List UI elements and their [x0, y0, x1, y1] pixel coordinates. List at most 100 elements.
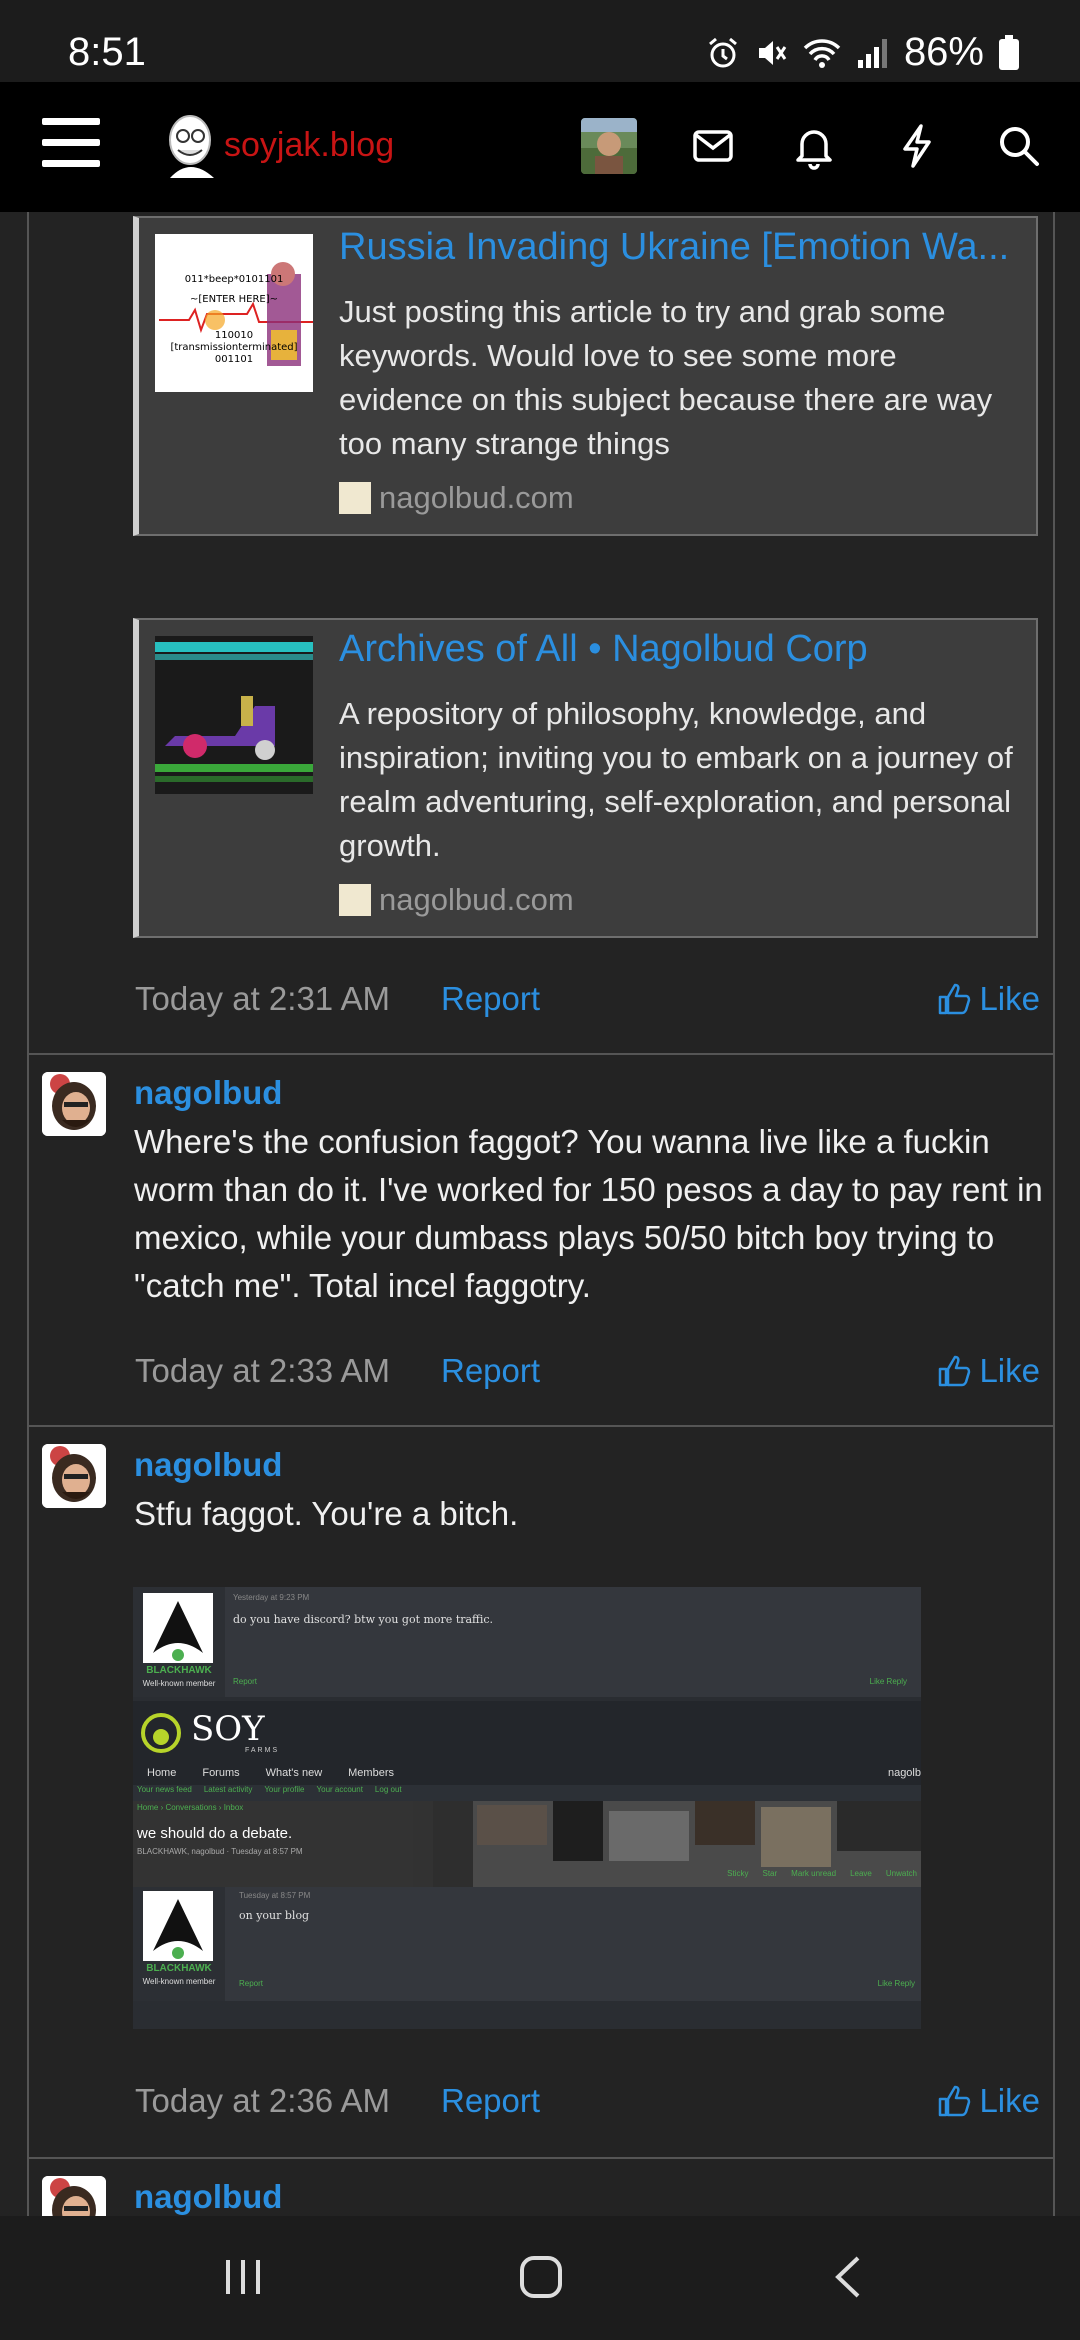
post-footer: Today at 2:33 AM Report Like: [135, 1352, 1040, 1402]
embedded-time: Yesterday at 9:23 PM: [233, 1593, 310, 1602]
alarm-icon: [708, 37, 737, 67]
post-timestamp[interactable]: Today at 2:31 AM: [135, 980, 390, 1018]
wifi-icon: [803, 38, 841, 68]
soy-logo-icon: [141, 1713, 181, 1753]
avatar[interactable]: [42, 1444, 106, 1508]
soyjak-logo-icon[interactable]: [160, 112, 224, 178]
recent-apps-icon[interactable]: [220, 2254, 266, 2300]
embedded-subnav-item: Latest activity: [203, 1785, 253, 1794]
post-username[interactable]: nagolbud: [134, 1446, 282, 1484]
mute-icon: [758, 40, 787, 65]
user-avatar[interactable]: [581, 118, 637, 174]
embedded-actions: Like Reply: [869, 1677, 907, 1686]
like-label: Like: [979, 1352, 1040, 1389]
embedded-nav-item: Members: [348, 1767, 394, 1779]
link-preview-title[interactable]: Archives of All • Nagolbud Corp: [339, 628, 1029, 671]
embedded-thread-button: Sticky: [727, 1869, 749, 1878]
report-button[interactable]: Report: [441, 980, 540, 1018]
avatar[interactable]: [42, 1072, 106, 1136]
status-bar: 8:51 86%: [0, 0, 1080, 82]
thumbs-up-icon: [939, 2085, 971, 2117]
thumb-text-line: 001101: [214, 354, 254, 365]
embedded-nav-item: Home: [147, 1767, 177, 1779]
embedded-report: Report: [233, 1677, 258, 1686]
post-footer: Today at 2:36 AM Report Like: [135, 2082, 1040, 2132]
like-button[interactable]: Like: [937, 2082, 1040, 2120]
embedded-text: on your blog: [239, 1909, 310, 1922]
post-body: Where's the confusion faggot? You wanna …: [134, 1123, 1043, 1304]
mail-icon[interactable]: [689, 122, 737, 170]
post-timestamp[interactable]: Today at 2:33 AM: [135, 1352, 390, 1390]
post-username[interactable]: nagolbud: [134, 1074, 282, 1112]
lightning-icon[interactable]: [893, 122, 941, 170]
embedded-site-logo: SOY: [191, 1709, 265, 1749]
embedded-time: Tuesday at 8:57 PM: [239, 1891, 311, 1900]
thumb-text-line: ~[ENTER HERE]~: [189, 294, 279, 305]
embedded-thread-buttons: Sticky Star Mark unread Leave Unwatch: [727, 1869, 917, 1878]
favicon-icon: [339, 482, 371, 514]
site-header: soyjak.blog: [0, 82, 1080, 212]
thread-content: 011*beep*0101101 ~[ENTER HERE]~ 110010 […: [0, 212, 1080, 2216]
thumbs-up-icon: [939, 1355, 971, 1387]
menu-icon[interactable]: [42, 118, 100, 168]
report-button[interactable]: Report: [441, 1352, 540, 1390]
link-preview-thumbnail: [155, 636, 313, 794]
embedded-subnav-item: Log out: [374, 1785, 402, 1794]
status-icons: 86%: [706, 30, 1020, 75]
embedded-subnav: Your news feed Latest activity Your prof…: [133, 1785, 921, 1801]
embedded-thread-meta: BLACKHAWK, nagolbud · Tuesday at 8:57 PM: [137, 1847, 303, 1856]
report-button[interactable]: Report: [441, 2082, 540, 2120]
embedded-site-header: SOY FARMS Home Forums What's new Members…: [133, 1701, 921, 1801]
post-divider: [27, 2157, 1055, 2159]
embedded-rank: Well-known member: [142, 1679, 216, 1688]
post-divider: [27, 1053, 1055, 1055]
embedded-thread-button: Mark unread: [791, 1869, 837, 1878]
back-icon[interactable]: [826, 2254, 872, 2300]
link-preview-card[interactable]: 011*beep*0101101 ~[ENTER HERE]~ 110010 […: [133, 216, 1038, 536]
embedded-username: BLACKHAWK: [146, 1665, 212, 1676]
thumb-text-line: 110010: [214, 330, 254, 341]
like-button[interactable]: Like: [937, 1352, 1040, 1390]
embedded-breadcrumb: Home › Conversations › Inbox: [137, 1803, 244, 1812]
attached-image[interactable]: BLACKHAWK Well-known member Yesterday at…: [133, 1587, 921, 2029]
embedded-site-sub: FARMS: [245, 1747, 280, 1754]
like-button[interactable]: Like: [937, 980, 1040, 1018]
domain-text: nagolbud.com: [379, 882, 574, 917]
embedded-nav-item: What's new: [265, 1767, 323, 1779]
embedded-avatar: [143, 1891, 213, 1961]
site-name[interactable]: soyjak.blog: [224, 126, 394, 165]
link-preview-description: Just posting this article to try and gra…: [339, 294, 993, 461]
signal-icon: [857, 38, 887, 68]
favicon-icon: [339, 884, 371, 916]
embedded-thread-button: Leave: [850, 1869, 872, 1878]
thumb-text-line: 011*beep*0101101: [184, 274, 284, 285]
status-time: 8:51: [68, 30, 146, 74]
embedded-thread-banner: Home › Conversations › Inbox we should d…: [133, 1801, 921, 1887]
avatar[interactable]: [42, 2176, 106, 2216]
thumbs-up-icon: [939, 983, 971, 1015]
link-preview-domain: nagolbud.com: [339, 882, 574, 918]
post-timestamp[interactable]: Today at 2:36 AM: [135, 2082, 390, 2120]
post-divider: [27, 1425, 1055, 1427]
embedded-username: BLACKHAWK: [146, 1963, 212, 1974]
battery-percent: 86%: [903, 30, 984, 74]
embedded-user-block: BLACKHAWK Well-known member: [133, 1887, 225, 2001]
like-label: Like: [979, 2082, 1040, 2119]
embedded-user-block: BLACKHAWK Well-known member: [133, 1587, 225, 1697]
android-navigation-bar: [0, 2216, 1080, 2340]
home-icon[interactable]: [518, 2254, 564, 2300]
embedded-nav-user: nagolb: [887, 1767, 921, 1779]
thumb-text-line: [transmissionterminated]: [170, 342, 298, 353]
embedded-thread-button: Star: [762, 1869, 778, 1878]
embedded-text: do you have discord? btw you got more tr…: [233, 1613, 494, 1626]
embedded-nav-item: Forums: [202, 1767, 240, 1779]
post-username[interactable]: nagolbud: [134, 2178, 282, 2216]
embedded-subnav-item: Your news feed: [137, 1785, 192, 1794]
link-preview-title[interactable]: Russia Invading Ukraine [Emotion Wa...: [339, 226, 1029, 269]
post-footer: Today at 2:31 AM Report Like: [135, 980, 1040, 1030]
embedded-subnav-item: Your account: [316, 1785, 363, 1794]
search-icon[interactable]: [995, 122, 1043, 170]
bell-icon[interactable]: [790, 122, 838, 170]
link-preview-card[interactable]: Archives of All • Nagolbud Corp A reposi…: [133, 618, 1038, 938]
embedded-thread-button: Unwatch: [885, 1869, 917, 1878]
